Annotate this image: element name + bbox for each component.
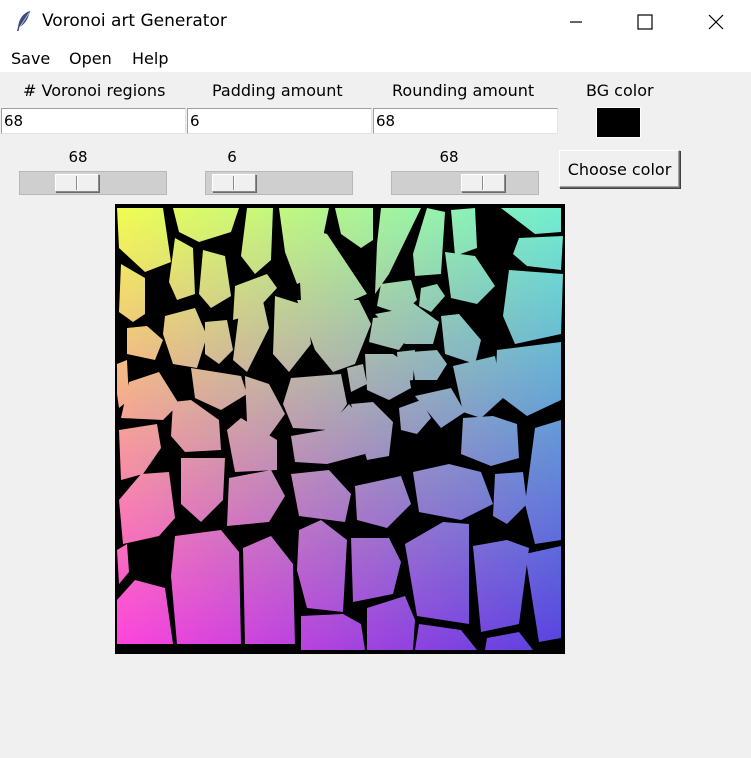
window-title: Voronoi art Generator [42, 11, 227, 31]
padding-scale[interactable] [205, 171, 353, 195]
rounding-scale-value: 68 [439, 148, 459, 166]
regions-scale[interactable] [19, 171, 167, 195]
menu-save[interactable]: Save [11, 49, 50, 68]
padding-scale-value: 6 [227, 148, 237, 166]
maximize-icon [637, 14, 653, 30]
bg-color-label: BG color [586, 81, 654, 100]
voronoi-canvas [115, 204, 565, 654]
padding-input[interactable] [187, 108, 372, 134]
maximize-button[interactable] [622, 0, 668, 44]
regions-scale-value: 68 [68, 148, 88, 166]
menu-bar: Save Open Help [0, 44, 751, 72]
padding-label: Padding amount [212, 81, 343, 100]
menu-open[interactable]: Open [69, 49, 112, 68]
title-bar: Voronoi art Generator [0, 0, 751, 44]
rounding-slider-handle[interactable] [461, 174, 505, 192]
minimize-icon [570, 21, 582, 23]
rounding-scale[interactable] [391, 171, 539, 195]
minimize-button[interactable] [553, 0, 599, 44]
choose-color-button[interactable]: Choose color [559, 150, 680, 188]
bg-color-swatch [596, 107, 641, 138]
regions-label: # Voronoi regions [23, 81, 166, 100]
regions-slider-handle[interactable] [55, 174, 99, 192]
close-icon [708, 14, 724, 30]
padding-slider-handle[interactable] [212, 174, 256, 192]
rounding-label: Rounding amount [392, 81, 535, 100]
menu-help[interactable]: Help [132, 49, 168, 68]
regions-input[interactable] [1, 108, 186, 134]
feather-icon [17, 11, 30, 31]
rounding-input[interactable] [373, 108, 558, 134]
close-button[interactable] [693, 0, 739, 44]
